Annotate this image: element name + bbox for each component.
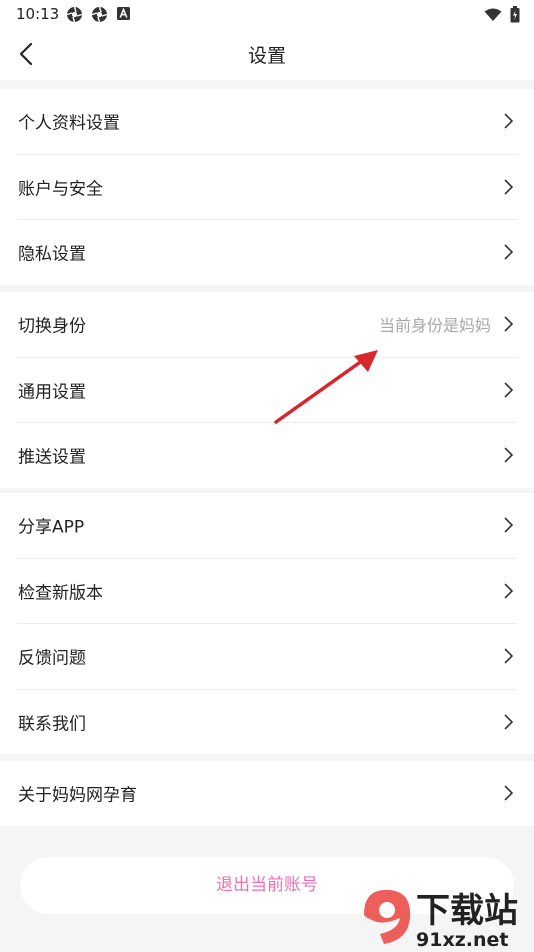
watermark-title: 下载站 <box>416 891 518 931</box>
settings-item-contact[interactable]: 联系我们 <box>17 690 517 755</box>
identity-value: 当前身份是妈妈 <box>378 316 491 336</box>
chevron-right-icon <box>504 517 514 533</box>
chevron-right-icon <box>504 583 514 599</box>
settings-item-label: 联系我们 <box>18 714 86 735</box>
a-box-icon <box>117 7 130 20</box>
nav-bar: 设置 <box>0 28 534 80</box>
status-right-icons <box>484 6 520 23</box>
chevron-right-icon <box>504 714 514 730</box>
chevron-right-icon <box>504 382 514 398</box>
chevron-right-icon <box>504 447 514 463</box>
settings-item-label: 关于妈妈网孕育 <box>18 785 137 806</box>
chevron-right-icon <box>504 113 514 129</box>
settings-item-account-security[interactable]: 账户与安全 <box>17 155 517 220</box>
chevron-right-icon <box>504 179 514 195</box>
status-bar: 10:13 <box>0 0 534 28</box>
settings-item-switch-identity[interactable]: 切换身份 当前身份是妈妈 <box>17 292 517 358</box>
settings-group-about: 分享APP 检查新版本 反馈问题 联系我们 <box>0 493 534 754</box>
settings-item-label: 检查新版本 <box>18 583 103 604</box>
settings-item-about[interactable]: 关于妈妈网孕育 <box>17 761 517 826</box>
settings-item-profile[interactable]: 个人资料设置 <box>17 89 517 155</box>
settings-group-general: 切换身份 当前身份是妈妈 通用设置 推送设置 <box>0 292 534 488</box>
aperture-icon <box>91 6 108 23</box>
settings-item-label: 通用设置 <box>18 382 86 403</box>
settings-item-label: 个人资料设置 <box>18 113 120 134</box>
watermark-url: 91xz.net <box>416 929 508 948</box>
status-left-icons <box>66 6 131 23</box>
settings-item-label: 推送设置 <box>18 447 86 468</box>
settings-item-push[interactable]: 推送设置 <box>17 423 517 488</box>
watermark-emblem-icon: 下载站 91xz.net <box>364 889 518 951</box>
settings-item-share-app[interactable]: 分享APP <box>17 493 517 559</box>
settings-item-privacy[interactable]: 隐私设置 <box>17 220 517 285</box>
chevron-right-icon <box>504 648 514 664</box>
watermark-logo: 下载站 91xz.net <box>360 884 530 951</box>
battery-icon <box>510 6 520 23</box>
wifi-icon <box>484 8 502 21</box>
status-time: 10:13 <box>16 5 60 23</box>
annotation-arrow-icon <box>274 350 378 424</box>
aperture-icon <box>66 6 83 23</box>
chevron-right-icon <box>504 316 514 332</box>
settings-item-general[interactable]: 通用设置 <box>17 358 517 423</box>
settings-item-label: 反馈问题 <box>18 648 86 669</box>
chevron-right-icon <box>504 785 514 801</box>
settings-item-label: 隐私设置 <box>18 244 86 265</box>
settings-item-feedback[interactable]: 反馈问题 <box>17 624 517 690</box>
settings-item-label: 切换身份 <box>18 316 86 337</box>
settings-group-account: 个人资料设置 账户与安全 隐私设置 <box>0 89 534 285</box>
settings-item-label: 账户与安全 <box>18 179 103 200</box>
page-title: 设置 <box>247 45 286 67</box>
settings-group-brand: 关于妈妈网孕育 <box>0 761 534 826</box>
settings-item-check-update[interactable]: 检查新版本 <box>17 559 517 624</box>
chevron-right-icon <box>504 244 514 260</box>
settings-item-label: 分享APP <box>18 517 85 538</box>
